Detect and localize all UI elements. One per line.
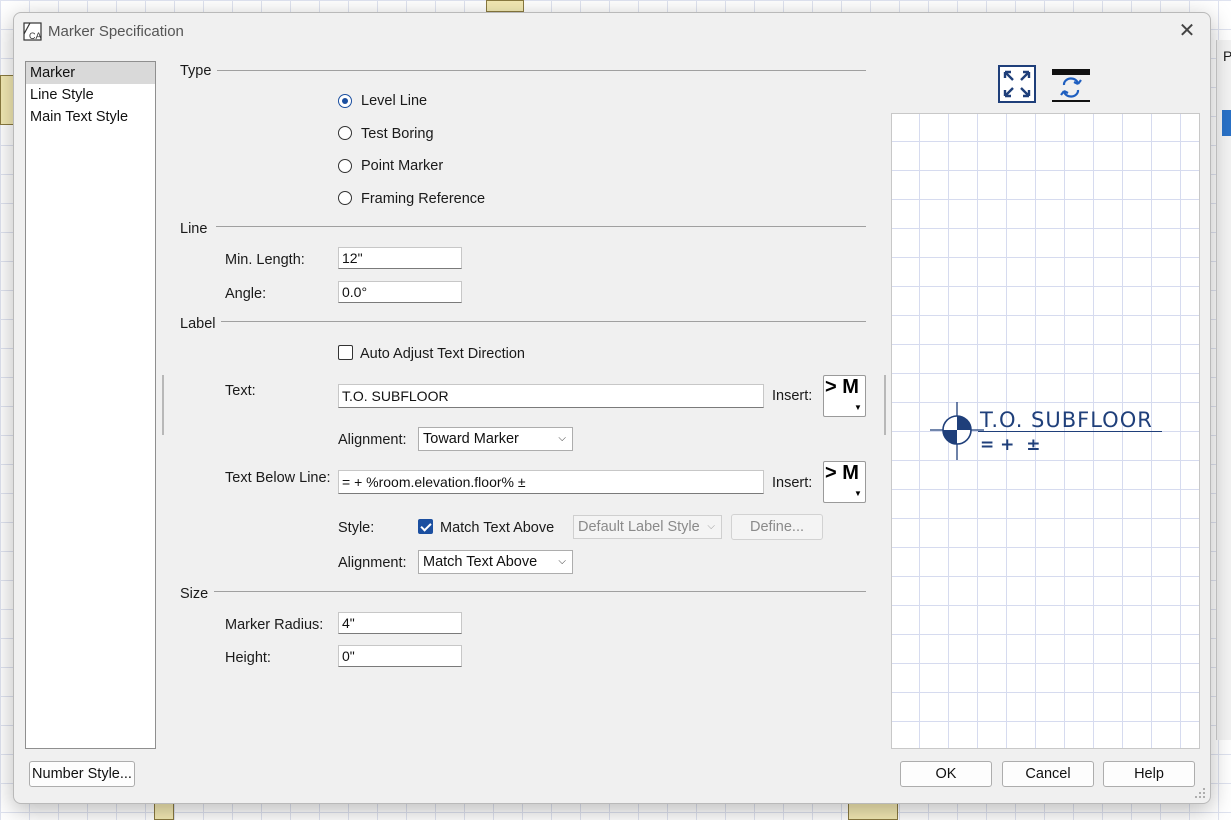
radio-framing-reference[interactable]: [338, 191, 352, 205]
min-length-label: Min. Length:: [225, 252, 305, 268]
radio-level-line-label[interactable]: Level Line: [361, 93, 427, 109]
type-heading: Type: [180, 63, 212, 79]
radio-test-boring-label[interactable]: Test Boring: [361, 126, 434, 142]
insert-macro-icon: > M: [825, 376, 859, 398]
line-heading: Line: [180, 221, 208, 237]
fill-window-icon[interactable]: [998, 65, 1036, 103]
background-wall-bottom-left: [154, 803, 174, 820]
alignment-select-value: Toward Marker: [423, 431, 519, 447]
insert-macro-button-2[interactable]: > M ▼: [823, 461, 866, 503]
text-below-line-input[interactable]: = + %room.elevation.floor% ±: [338, 470, 764, 494]
title-bar[interactable]: CA Marker Specification ✕: [14, 13, 1210, 49]
radio-point-marker[interactable]: [338, 159, 352, 173]
size-heading: Size: [180, 586, 209, 602]
number-style-button[interactable]: Number Style...: [29, 761, 135, 787]
radio-framing-reference-label[interactable]: Framing Reference: [361, 191, 485, 207]
category-list[interactable]: Marker Line Style Main Text Style: [25, 61, 156, 749]
angle-label: Angle:: [225, 286, 267, 302]
level-line-marker-symbol: [930, 402, 984, 460]
sidebar-item-main-text-style[interactable]: Main Text Style: [26, 106, 155, 128]
close-button[interactable]: ✕: [1174, 19, 1200, 43]
marker-radius-input[interactable]: 4": [338, 612, 462, 634]
marker-specification-dialog: CA Marker Specification ✕ Marker Line St…: [13, 12, 1211, 804]
label-style-select-value: Default Label Style: [578, 519, 700, 535]
label-heading: Label: [180, 316, 216, 332]
marker-radius-label: Marker Radius:: [225, 617, 324, 633]
size-separator: [214, 591, 866, 592]
radio-point-marker-label[interactable]: Point Marker: [361, 158, 443, 174]
chevron-down-icon: ⌵: [558, 433, 566, 444]
preview-text-above: T.O. SUBFLOOR: [980, 408, 1153, 432]
svg-text:CA: CA: [29, 31, 42, 41]
type-separator: [217, 70, 866, 71]
define-button[interactable]: Define...: [731, 514, 823, 540]
cancel-button[interactable]: Cancel: [1002, 761, 1094, 787]
radio-level-line[interactable]: [338, 94, 352, 108]
style-label: Style:: [338, 520, 375, 536]
alignment-select-2-value: Match Text Above: [423, 554, 538, 570]
background-side-panel: [1216, 40, 1231, 740]
match-text-above-checkbox[interactable]: [418, 519, 433, 534]
chevron-down-icon-3: ⌵: [558, 556, 566, 567]
line-separator: [216, 226, 866, 227]
insert-label-2: Insert:: [772, 475, 813, 491]
insert-macro-button[interactable]: > M ▼: [823, 375, 866, 417]
app-logo-icon: CA: [23, 22, 42, 41]
dropdown-arrow-icon: ▼: [854, 403, 862, 412]
label-separator: [221, 321, 866, 322]
dropdown-arrow-icon-2: ▼: [854, 489, 862, 498]
background-selection-bar: [1222, 110, 1231, 136]
right-splitter-handle[interactable]: [884, 375, 886, 435]
auto-adjust-label[interactable]: Auto Adjust Text Direction: [360, 346, 525, 362]
sidebar-item-marker[interactable]: Marker: [26, 62, 155, 84]
insert-label: Insert:: [772, 388, 813, 404]
alignment-label-2: Alignment:: [338, 555, 407, 571]
background-panel-letter: P: [1223, 48, 1231, 64]
chevron-down-icon-2: ⌵: [707, 521, 715, 532]
height-label: Height:: [225, 650, 271, 666]
background-wall-bottom-right: [848, 803, 898, 820]
alignment-select-2[interactable]: Match Text Above ⌵: [418, 550, 573, 574]
label-style-select[interactable]: Default Label Style ⌵: [573, 515, 722, 539]
radio-test-boring[interactable]: [338, 126, 352, 140]
auto-adjust-checkbox[interactable]: [338, 345, 353, 360]
angle-input[interactable]: 0.0°: [338, 281, 462, 303]
window-title: Marker Specification: [48, 23, 184, 40]
alignment-select[interactable]: Toward Marker ⌵: [418, 427, 573, 451]
height-input[interactable]: 0": [338, 645, 462, 667]
refresh-preview-icon[interactable]: [1052, 67, 1090, 105]
marker-preview-pane[interactable]: T.O. SUBFLOOR = + ±: [891, 113, 1200, 749]
preview-text-below: = + ±: [980, 435, 1041, 455]
background-wall-top: [486, 0, 524, 12]
background-wall-left: [0, 75, 14, 125]
text-below-line-label: Text Below Line:: [225, 470, 331, 486]
sidebar-item-line-style[interactable]: Line Style: [26, 84, 155, 106]
match-text-above-label[interactable]: Match Text Above: [440, 520, 554, 536]
left-splitter-handle[interactable]: [162, 375, 164, 435]
text-label: Text:: [225, 383, 256, 399]
min-length-input[interactable]: 12": [338, 247, 462, 269]
alignment-label: Alignment:: [338, 432, 407, 448]
resize-grip-icon[interactable]: [1194, 787, 1206, 799]
insert-macro-icon-2: > M: [825, 462, 859, 484]
help-button[interactable]: Help: [1103, 761, 1195, 787]
ok-button[interactable]: OK: [900, 761, 992, 787]
text-input[interactable]: T.O. SUBFLOOR: [338, 384, 764, 408]
